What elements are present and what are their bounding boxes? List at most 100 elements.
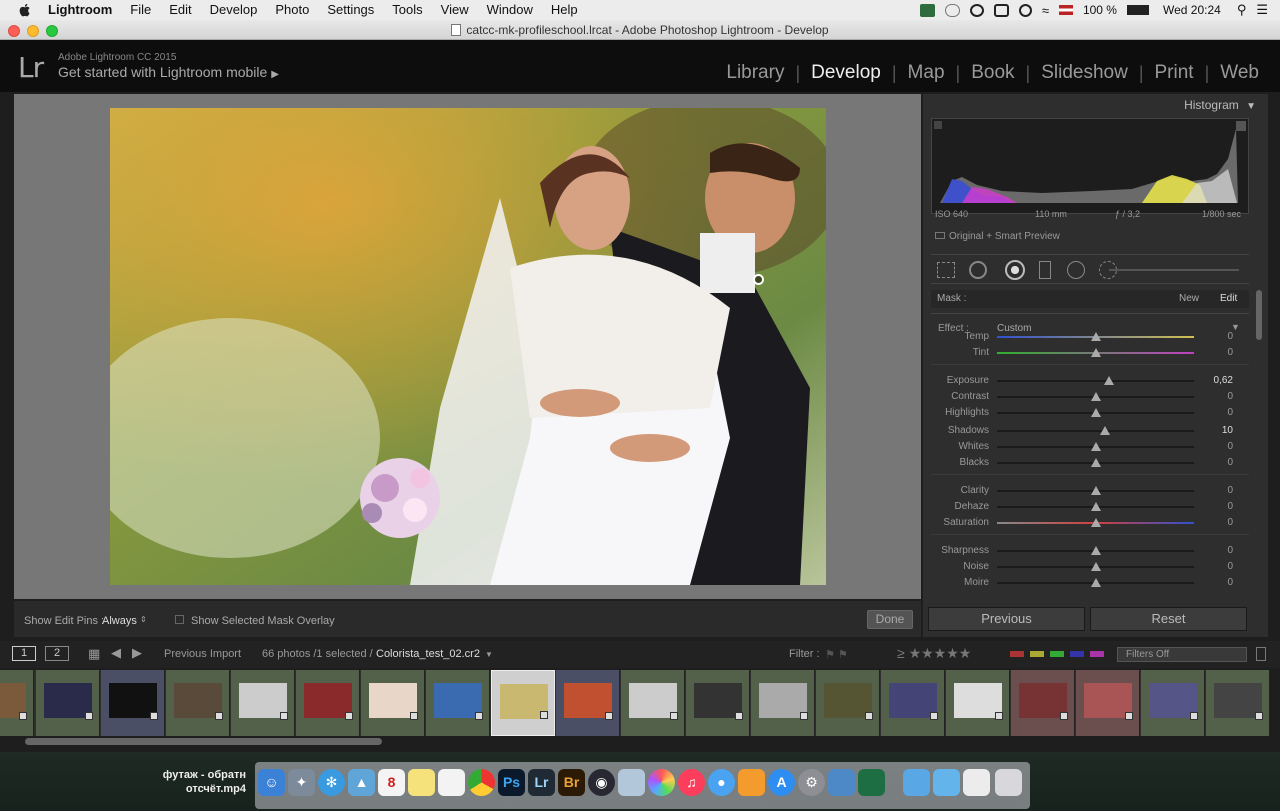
slider-thumb[interactable]	[1090, 486, 1101, 495]
slider-thumb[interactable]	[1090, 458, 1101, 467]
module-print[interactable]: Print	[1144, 62, 1205, 84]
filmstrip-thumbnail[interactable]	[426, 670, 490, 736]
filmstrip-thumbnail[interactable]	[556, 670, 620, 736]
app-status-icon[interactable]	[919, 3, 935, 17]
filmstrip-thumbnail[interactable]	[296, 670, 360, 736]
forward-arrow-icon[interactable]: ▶	[132, 645, 142, 661]
reset-button[interactable]: Reset	[1090, 607, 1247, 631]
itunes-icon[interactable]: ♫	[678, 769, 705, 796]
filmstrip-scrollbar[interactable]	[25, 738, 382, 745]
filmstrip-thumbnail[interactable]	[686, 670, 750, 736]
done-button[interactable]: Done	[867, 610, 913, 629]
slider-thumb[interactable]	[1090, 392, 1101, 401]
slider-track[interactable]	[997, 380, 1194, 382]
filmstrip-thumbnail[interactable]	[1011, 670, 1075, 736]
filmstrip-thumbnail[interactable]	[361, 670, 425, 736]
menu-edit[interactable]: Edit	[160, 0, 200, 20]
rating-filter-stars[interactable]: ≥ ★★★★★	[897, 645, 971, 662]
lightroom-mobile-link[interactable]: Get started with Lightroom mobile ▶	[58, 64, 279, 80]
trash-icon[interactable]	[995, 769, 1022, 796]
photoshop-icon[interactable]: Ps	[498, 769, 525, 796]
slider-value[interactable]: 0	[1193, 501, 1233, 512]
photos-icon[interactable]	[648, 769, 675, 796]
filmstrip-thumbnail[interactable]	[0, 670, 34, 736]
slider-thumb[interactable]	[1104, 376, 1115, 385]
calendar-icon[interactable]: 8	[378, 769, 405, 796]
menu-settings[interactable]: Settings	[318, 0, 383, 20]
network-utility-icon[interactable]	[828, 769, 855, 796]
battery-icon[interactable]	[1126, 5, 1149, 15]
slider-thumb[interactable]	[1090, 518, 1101, 527]
filmstrip-thumbnail[interactable]	[36, 670, 100, 736]
menu-view[interactable]: View	[432, 0, 478, 20]
filmstrip-thumbnail[interactable]	[751, 670, 815, 736]
module-map[interactable]: Map	[897, 62, 956, 84]
filmstrip-thumbnail[interactable]	[1076, 670, 1140, 736]
filmstrip-thumbnail[interactable]	[166, 670, 230, 736]
grid-view-icon[interactable]: ▦	[88, 646, 100, 662]
filename-dropdown-icon[interactable]: ▼	[485, 650, 493, 659]
crop-tool-icon[interactable]	[937, 262, 955, 278]
launchpad-icon[interactable]: ✦	[288, 769, 315, 796]
mask-edit-button[interactable]: Edit	[1220, 293, 1237, 304]
slider-value[interactable]: 0	[1193, 441, 1233, 452]
slider-value[interactable]: 0	[1193, 561, 1233, 572]
red-eye-tool-icon[interactable]	[1005, 260, 1025, 280]
cloud-icon[interactable]	[944, 3, 960, 17]
slider-value[interactable]: 0	[1193, 545, 1233, 556]
lightroom-icon[interactable]: Lr	[528, 769, 555, 796]
module-slideshow[interactable]: Slideshow	[1030, 62, 1139, 84]
photo-work-area[interactable]	[14, 94, 921, 599]
right-panel-scrollbar[interactable]	[1256, 290, 1262, 340]
slider-thumb[interactable]	[1090, 442, 1101, 451]
filmstrip-thumbnail[interactable]	[1206, 670, 1270, 736]
reminders-icon[interactable]	[438, 769, 465, 796]
battery-percent[interactable]: 100 %	[1083, 3, 1117, 17]
clock[interactable]: Wed 20:24	[1163, 3, 1221, 17]
slider-value[interactable]: 10	[1193, 425, 1233, 436]
mask-overlay-checkbox[interactable]	[175, 615, 184, 624]
system-preferences-icon[interactable]: ⚙	[798, 769, 825, 796]
filmstrip-thumbnail[interactable]	[881, 670, 945, 736]
spot-removal-tool-icon[interactable]	[969, 261, 987, 279]
gpu-icon[interactable]	[993, 3, 1009, 17]
slider-thumb[interactable]	[1090, 502, 1101, 511]
documents-folder-icon[interactable]	[933, 769, 960, 796]
messages-icon[interactable]: ●	[708, 769, 735, 796]
graduated-filter-tool-icon[interactable]	[1039, 261, 1051, 279]
desktop-file-label[interactable]: футаж - обратн отсчёт.mp4	[160, 768, 246, 796]
menu-window[interactable]: Window	[478, 0, 542, 20]
notification-center-icon[interactable]: ☰	[1256, 2, 1268, 18]
slider-thumb[interactable]	[1090, 348, 1101, 357]
slider-track[interactable]	[997, 430, 1194, 432]
spotlight-search-icon[interactable]: ⚲	[1237, 2, 1247, 18]
filmstrip-thumbnail[interactable]	[621, 670, 685, 736]
slider-value[interactable]: 0	[1193, 457, 1233, 468]
slider-thumb[interactable]	[1090, 546, 1101, 555]
menu-app-lightroom[interactable]: Lightroom	[48, 0, 121, 20]
histogram-header[interactable]: Histogram ▼	[1184, 98, 1256, 112]
bridge-icon[interactable]: Br	[558, 769, 585, 796]
preview-icon[interactable]: ▲	[348, 769, 375, 796]
slider-thumb[interactable]	[1100, 426, 1111, 435]
slider-value[interactable]: 0	[1193, 391, 1233, 402]
module-web[interactable]: Web	[1209, 62, 1270, 84]
wedding-photo[interactable]	[110, 108, 826, 585]
slider-value[interactable]: 0	[1193, 517, 1233, 528]
slider-value[interactable]: 0	[1193, 407, 1233, 418]
filter-preset-select[interactable]: Filters Off	[1117, 647, 1247, 662]
show-edit-pins-select[interactable]: Always	[102, 615, 137, 627]
selected-filename[interactable]: Colorista_test_02.cr2	[376, 648, 480, 660]
filmstrip-thumbnail[interactable]	[816, 670, 880, 736]
wifi-icon[interactable]: ≈	[1042, 3, 1049, 18]
desktop-folder-icon[interactable]	[963, 769, 990, 796]
slider-thumb[interactable]	[1090, 578, 1101, 587]
tool-size-slider[interactable]	[1109, 269, 1239, 271]
filmstrip-source[interactable]: Previous Import	[164, 648, 241, 660]
activity-monitor-icon[interactable]	[858, 769, 885, 796]
chrome-icon[interactable]	[468, 769, 495, 796]
previous-button[interactable]: Previous	[928, 607, 1085, 631]
notes-icon[interactable]	[408, 769, 435, 796]
filmstrip-thumbnail[interactable]	[101, 670, 165, 736]
main-window-button[interactable]: 1	[12, 646, 36, 661]
